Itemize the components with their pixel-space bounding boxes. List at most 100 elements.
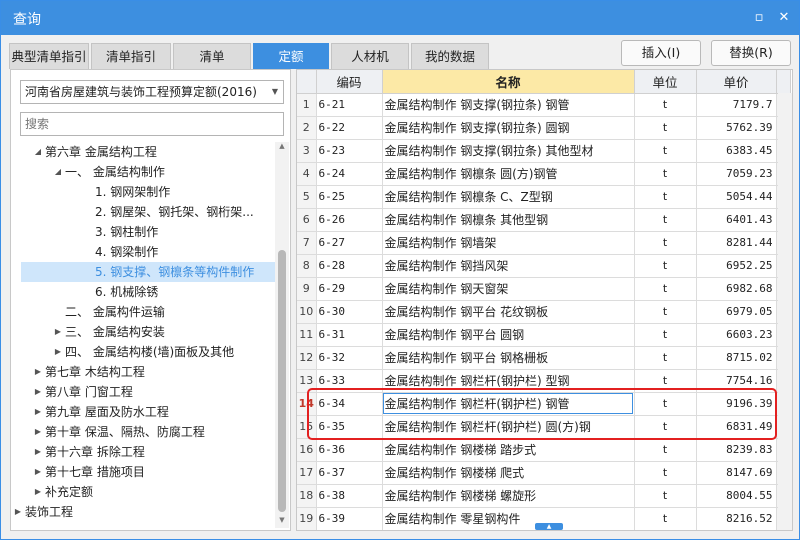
tree-node[interactable]: ▶ 补充定额 — [21, 482, 275, 502]
price-cell[interactable]: 6979.05 — [696, 300, 777, 324]
row-number[interactable]: 2 — [297, 116, 317, 140]
row-number[interactable]: 5 — [297, 185, 317, 209]
code-cell[interactable]: 6-31 — [316, 323, 383, 347]
expand-arrow-icon[interactable]: ▶ — [13, 502, 23, 522]
unit-cell[interactable]: t — [634, 277, 697, 301]
row-number[interactable]: 4 — [297, 162, 317, 186]
unit-cell[interactable]: t — [634, 93, 697, 117]
price-cell[interactable]: 8004.55 — [696, 484, 777, 508]
name-cell[interactable]: 金属结构制作 钢支撑(钢拉条) 圆钢 — [382, 116, 635, 140]
name-cell[interactable]: 金属结构制作 钢支撑(钢拉条) 其他型材 — [382, 139, 635, 163]
code-cell[interactable]: 6-37 — [316, 461, 383, 485]
table-row[interactable]: 8 6-28 金属结构制作 钢挡风架 t 6952.25 — [297, 254, 791, 278]
tab-list[interactable]: 清单 — [173, 43, 251, 69]
name-cell[interactable]: 金属结构制作 钢檩条 圆(方)钢管 — [382, 162, 635, 186]
expand-arrow-icon[interactable]: ▶ — [33, 482, 43, 502]
row-number[interactable]: 9 — [297, 277, 317, 301]
price-cell[interactable]: 6401.43 — [696, 208, 777, 232]
table-row[interactable]: 1 6-21 金属结构制作 钢支撑(钢拉条) 钢管 t 7179.7 — [297, 93, 791, 117]
quota-library-select[interactable]: 河南省房屋建筑与装饰工程预算定额(2016) ▼ — [20, 80, 284, 104]
name-cell[interactable]: 金属结构制作 钢楼梯 爬式 — [382, 461, 635, 485]
expand-arrow-icon[interactable]: ▶ — [33, 402, 43, 422]
column-header-name[interactable]: 名称 — [382, 70, 635, 94]
code-cell[interactable]: 6-21 — [316, 93, 383, 117]
row-number[interactable]: 19 — [297, 507, 317, 530]
code-cell[interactable]: 6-27 — [316, 231, 383, 255]
unit-cell[interactable]: t — [634, 116, 697, 140]
code-cell[interactable]: 6-23 — [316, 139, 383, 163]
unit-cell[interactable]: t — [634, 484, 697, 508]
row-number[interactable]: 1 — [297, 93, 317, 117]
unit-cell[interactable]: t — [634, 162, 697, 186]
tree-node[interactable]: 4. 钢梁制作 — [21, 242, 275, 262]
tree-node[interactable]: ▶ 第十七章 措施项目 — [21, 462, 275, 482]
price-cell[interactable]: 6982.68 — [696, 277, 777, 301]
table-scrollbar[interactable] — [778, 93, 792, 530]
tree-node[interactable]: ▶ 第十章 保温、隔热、防腐工程 — [21, 422, 275, 442]
tree-node[interactable]: ◢ 第六章 金属结构工程 — [21, 142, 275, 162]
table-row[interactable]: 17 6-37 金属结构制作 钢楼梯 爬式 t 8147.69 — [297, 461, 791, 485]
column-header-code[interactable]: 编码 — [316, 70, 383, 94]
tree-node[interactable]: 3. 钢柱制作 — [21, 222, 275, 242]
tree-node[interactable]: ▶ 第七章 木结构工程 — [21, 362, 275, 382]
name-cell[interactable]: 金属结构制作 钢檩条 C、Z型钢 — [382, 185, 635, 209]
row-number[interactable]: 6 — [297, 208, 317, 232]
unit-cell[interactable]: t — [634, 323, 697, 347]
tree-node[interactable]: ◢ 一、 金属结构制作 — [21, 162, 275, 182]
tree-node[interactable]: 1. 钢网架制作 — [21, 182, 275, 202]
price-cell[interactable]: 5762.39 — [696, 116, 777, 140]
name-cell[interactable]: 金属结构制作 钢天窗架 — [382, 277, 635, 301]
expand-arrow-icon[interactable]: ▶ — [53, 342, 63, 362]
name-cell[interactable]: 金属结构制作 钢楼梯 螺旋形 — [382, 484, 635, 508]
name-cell[interactable]: 金属结构制作 钢挡风架 — [382, 254, 635, 278]
table-row[interactable]: 9 6-29 金属结构制作 钢天窗架 t 6982.68 — [297, 277, 791, 301]
table-row[interactable]: 18 6-38 金属结构制作 钢楼梯 螺旋形 t 8004.55 — [297, 484, 791, 508]
row-number[interactable]: 7 — [297, 231, 317, 255]
row-number[interactable]: 10 — [297, 300, 317, 324]
table-row[interactable]: 2 6-22 金属结构制作 钢支撑(钢拉条) 圆钢 t 5762.39 — [297, 116, 791, 140]
code-cell[interactable]: 6-36 — [316, 438, 383, 462]
unit-cell[interactable]: t — [634, 254, 697, 278]
expand-panel-handle[interactable]: ▲ — [535, 523, 563, 530]
unit-cell[interactable]: t — [634, 300, 697, 324]
code-cell[interactable]: 6-22 — [316, 116, 383, 140]
search-input[interactable] — [20, 112, 284, 136]
insert-button[interactable]: 插入(I) — [621, 40, 701, 66]
price-cell[interactable]: 8715.02 — [696, 346, 777, 370]
tree-node[interactable]: ▶ 装饰工程 — [15, 502, 275, 522]
close-icon[interactable]: ✕ — [776, 10, 792, 26]
table-row[interactable]: 6 6-26 金属结构制作 钢檩条 其他型钢 t 6401.43 — [297, 208, 791, 232]
row-number[interactable]: 12 — [297, 346, 317, 370]
tree-node[interactable]: ▶ 三、 金属结构安装 — [21, 322, 275, 342]
name-cell[interactable]: 金属结构制作 钢平台 钢格栅板 — [382, 346, 635, 370]
table-row[interactable]: 11 6-31 金属结构制作 钢平台 圆钢 t 6603.23 — [297, 323, 791, 347]
code-cell[interactable]: 6-30 — [316, 300, 383, 324]
tab-quota[interactable]: 定额 — [253, 43, 329, 69]
row-number[interactable]: 11 — [297, 323, 317, 347]
row-number[interactable]: 8 — [297, 254, 317, 278]
code-cell[interactable]: 6-32 — [316, 346, 383, 370]
price-cell[interactable]: 8147.69 — [696, 461, 777, 485]
tree-node[interactable]: ▶ 第八章 门窗工程 — [21, 382, 275, 402]
unit-cell[interactable]: t — [634, 461, 697, 485]
name-cell[interactable]: 金属结构制作 零星钢构件 — [382, 507, 635, 530]
code-cell[interactable]: 6-29 — [316, 277, 383, 301]
row-number[interactable]: 17 — [297, 461, 317, 485]
unit-cell[interactable]: t — [634, 139, 697, 163]
price-cell[interactable]: 8216.52 — [696, 507, 777, 530]
code-cell[interactable]: 6-28 — [316, 254, 383, 278]
tab-my-data[interactable]: 我的数据 — [411, 43, 489, 69]
name-cell[interactable]: 金属结构制作 钢支撑(钢拉条) 钢管 — [382, 93, 635, 117]
tree-scroll-thumb[interactable] — [278, 250, 286, 512]
minimize-icon[interactable]: ▫ — [751, 10, 767, 26]
unit-cell[interactable]: t — [634, 231, 697, 255]
table-row[interactable]: 4 6-24 金属结构制作 钢檩条 圆(方)钢管 t 7059.23 — [297, 162, 791, 186]
unit-cell[interactable]: t — [634, 438, 697, 462]
column-header-unit[interactable]: 单位 — [634, 70, 697, 94]
tree-scrollbar[interactable]: ▲ ▼ — [275, 142, 289, 528]
collapse-arrow-icon[interactable]: ◢ — [33, 142, 43, 162]
price-cell[interactable]: 6603.23 — [696, 323, 777, 347]
table-row[interactable]: 10 6-30 金属结构制作 钢平台 花纹钢板 t 6979.05 — [297, 300, 791, 324]
code-cell[interactable]: 6-24 — [316, 162, 383, 186]
code-cell[interactable]: 6-25 — [316, 185, 383, 209]
